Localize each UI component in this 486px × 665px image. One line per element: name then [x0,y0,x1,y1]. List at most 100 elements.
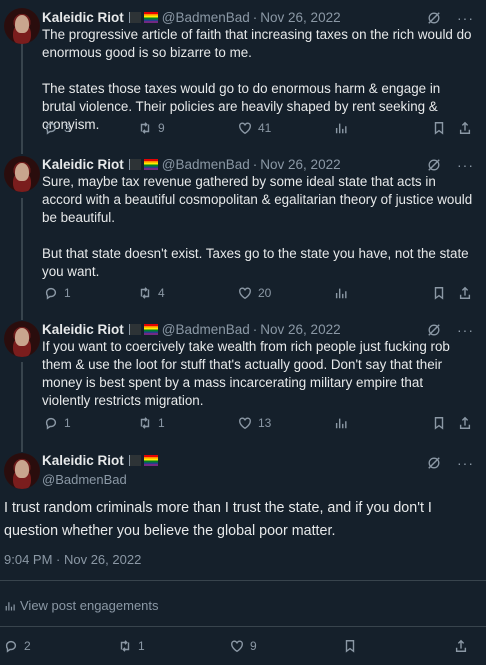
tweet-paragraph: The progressive article of faith that in… [42,27,472,60]
display-name[interactable]: Kaleidic Riot [42,453,124,468]
tweet-top-icons: ··· [427,11,474,25]
views-icon [335,288,347,299]
views-button[interactable] [334,416,348,430]
avatar[interactable] [4,156,40,192]
black-flag-icon [128,455,141,466]
like-button[interactable]: 20 [238,286,271,300]
tweet-text: The progressive article of faith that in… [42,26,474,134]
share-button[interactable] [458,121,472,135]
repost-button[interactable]: 1 [138,416,165,430]
bookmark-button[interactable] [432,121,446,135]
like-button[interactable]: 13 [238,416,271,430]
rainbow-flag-icon [143,158,158,170]
tweet-date[interactable]: Nov 26, 2022 [260,322,340,337]
share-button[interactable] [458,286,472,300]
reply-button[interactable]: 2 [4,639,31,653]
like-button[interactable]: 9 [230,639,257,653]
handle[interactable]: @BadmenBad [162,10,250,25]
more-options-icon[interactable]: ··· [457,11,474,25]
share-button[interactable] [458,416,472,430]
views-button[interactable] [334,121,348,135]
repost-icon [140,122,150,134]
heart-icon [239,122,251,135]
bookmark-icon [345,640,355,653]
reply-icon [45,122,57,135]
repost-count: 9 [158,121,165,135]
thread-line [21,198,23,320]
like-count: 41 [258,121,272,135]
share-button[interactable] [454,639,468,653]
avatar[interactable] [4,321,40,357]
heart-icon [239,287,251,300]
tweet-date[interactable]: Nov 26, 2022 [260,10,340,25]
black-flag-icon [128,11,141,23]
tweet-top-icons: ··· [427,456,474,470]
profile-flags [128,455,158,466]
more-options-icon[interactable]: ··· [457,158,474,172]
tweet-header: Kaleidic Riot @BadmenBad · Nov 26, 2022 [42,155,341,173]
focus-name-row: Kaleidic Riot [42,453,158,468]
display-name[interactable]: Kaleidic Riot [42,322,124,337]
reply-button[interactable]: 3 [44,121,71,135]
avatar[interactable] [4,453,40,489]
heart-icon [239,417,251,430]
black-flag-icon [128,158,141,170]
repost-count: 4 [158,286,165,300]
grok-icon[interactable] [427,11,441,25]
more-options-icon[interactable]: ··· [457,323,474,337]
bookmark-button[interactable] [343,639,357,653]
thread-line [21,44,23,154]
reply-count: 2 [24,639,31,653]
repost-button[interactable]: 1 [118,639,145,653]
repost-button[interactable]: 4 [138,286,165,300]
rainbow-flag-icon [143,323,158,335]
separator-dot: · [252,9,258,25]
bookmark-button[interactable] [432,286,446,300]
engagements-label: View post engagements [20,598,159,613]
thread-line [21,362,23,452]
tweet-timestamp[interactable]: 9:04 PM · Nov 26, 2022 [4,552,141,567]
reply-icon [45,417,57,430]
reply-icon [5,640,17,653]
tweet-paragraph: If you want to coercively take wealth fr… [42,339,450,408]
repost-icon [140,417,150,429]
bookmark-button[interactable] [432,416,446,430]
grok-icon[interactable] [427,456,441,470]
like-button[interactable]: 41 [238,121,271,135]
views-button[interactable] [334,286,348,300]
rainbow-flag-icon [143,455,158,466]
bookmark-icon [434,287,444,300]
tweet-actions: 2 1 9 [4,639,474,657]
profile-flags [128,158,158,170]
like-count: 20 [258,286,272,300]
share-icon [459,286,471,299]
reply-button[interactable]: 1 [44,416,71,430]
rainbow-flag-icon [143,11,158,23]
more-options-icon[interactable]: ··· [457,456,474,470]
repost-icon [120,640,130,652]
tweet-text: If you want to coercively take wealth fr… [42,338,474,410]
reply-button[interactable]: 1 [44,286,71,300]
display-name[interactable]: Kaleidic Riot [42,157,124,172]
repost-button[interactable]: 9 [138,121,165,135]
tweet-header: Kaleidic Riot @BadmenBad · Nov 26, 2022 [42,320,341,338]
grok-icon[interactable] [427,323,441,337]
handle[interactable]: @BadmenBad [42,472,127,487]
divider [0,580,486,581]
handle[interactable]: @BadmenBad [162,157,250,172]
divider [0,626,486,627]
display-name[interactable]: Kaleidic Riot [42,10,124,25]
view-engagements-link[interactable]: View post engagements [4,598,159,613]
heart-icon [231,640,243,653]
handle[interactable]: @BadmenBad [162,322,250,337]
grok-icon[interactable] [427,158,441,172]
tweet-actions: 1 4 20 [44,286,474,304]
avatar[interactable] [4,8,40,44]
tweet-actions: 3 9 41 [44,121,474,139]
reply-count: 3 [64,121,71,135]
tweet-paragraph: Sure, maybe tax revenue gathered by some… [42,174,473,225]
tweet-date[interactable]: Nov 26, 2022 [260,157,340,172]
tweet-text: Sure, maybe tax revenue gathered by some… [42,173,474,281]
views-icon [335,418,347,429]
black-flag-icon [128,323,141,335]
